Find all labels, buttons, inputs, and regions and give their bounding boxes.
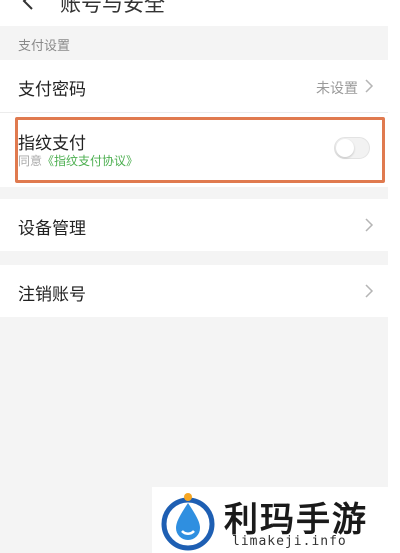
chevron-right-icon xyxy=(365,218,374,232)
chevron-right-icon xyxy=(365,284,374,298)
account-security-screen: 账号与安全 支付设置 支付密码 未设置 指纹支付 同意《指纹支付协议》 设备管理… xyxy=(0,0,388,553)
top-bar: 账号与安全 xyxy=(0,0,388,26)
watermark-url: limakeji.info xyxy=(232,534,347,549)
chevron-right-icon xyxy=(365,79,374,93)
pay-password-status: 未设置 xyxy=(316,81,358,97)
device-management-row[interactable]: 设备管理 xyxy=(0,199,388,251)
chevron-left-icon[interactable] xyxy=(18,0,40,12)
page-title: 账号与安全 xyxy=(60,0,165,16)
cancel-account-label: 注销账号 xyxy=(18,285,86,305)
pay-password-row[interactable]: 支付密码 未设置 xyxy=(0,60,388,112)
site-watermark: 利玛手游 limakeji.info xyxy=(152,487,400,553)
section-title: 支付设置 xyxy=(18,39,71,54)
section-header-payment: 支付设置 xyxy=(0,26,388,60)
pay-password-label: 支付密码 xyxy=(18,80,86,100)
highlight-box xyxy=(15,117,385,183)
device-management-label: 设备管理 xyxy=(18,219,86,239)
cancel-account-row[interactable]: 注销账号 xyxy=(0,265,388,317)
water-drop-logo-icon xyxy=(161,493,215,551)
